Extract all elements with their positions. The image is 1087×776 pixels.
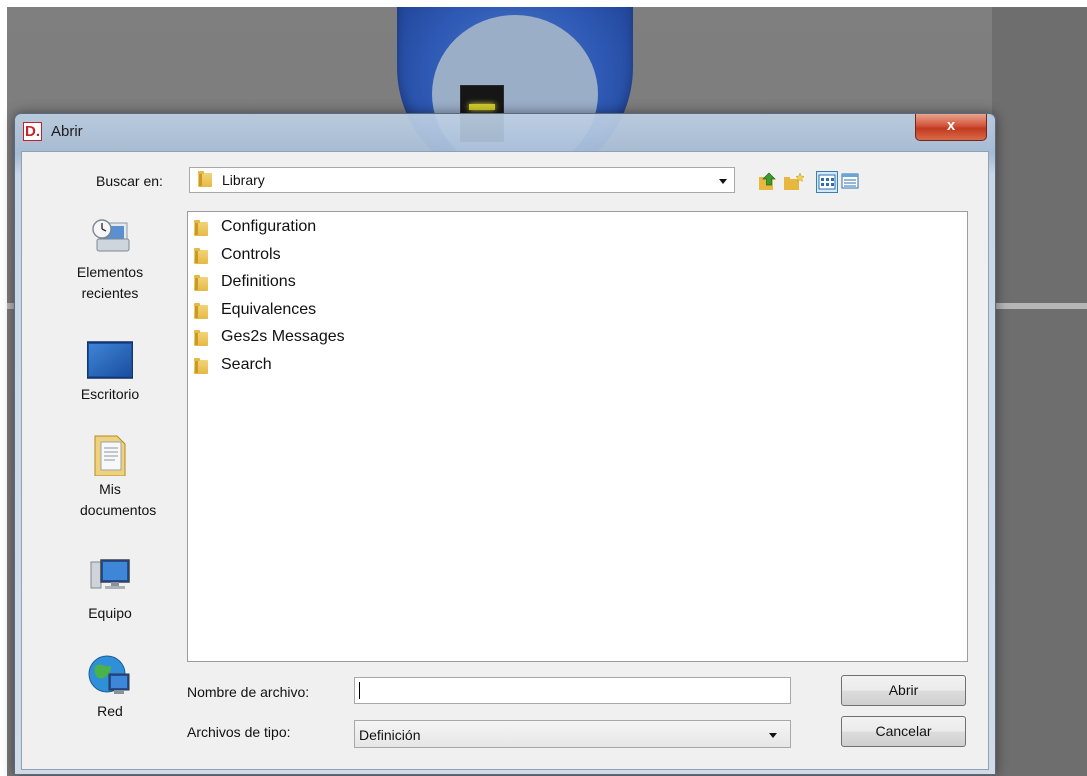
recent-items-icon [87, 215, 133, 259]
folder-icon [194, 358, 208, 374]
folder-icon [194, 248, 208, 264]
file-name: Equivalences [221, 301, 317, 318]
file-name: Configuration [221, 218, 317, 235]
filetype-value: Definición [359, 727, 421, 743]
file-name: Controls [221, 246, 281, 263]
look-in-combo[interactable]: Library [189, 167, 735, 193]
window-title: Abrir [51, 123, 83, 140]
title-bar[interactable]: D. Abrir x [15, 114, 995, 151]
look-in-label: Buscar en: [96, 173, 163, 189]
new-folder-button[interactable] [782, 171, 805, 193]
desktop-right-panel [992, 7, 1087, 776]
details-view-icon [841, 173, 859, 189]
place-label: Mis documentos [80, 481, 157, 518]
list-view-button[interactable] [816, 171, 838, 193]
place-recent-items[interactable]: Elementos recientes [50, 215, 170, 304]
folder-icon [194, 220, 208, 236]
file-name: Search [221, 356, 272, 373]
file-list[interactable]: Configuration Controls Definitions Equiv… [187, 211, 968, 662]
file-name: Definitions [221, 273, 296, 290]
filename-label: Nombre de archivo: [187, 684, 310, 700]
text-caret [359, 682, 360, 699]
place-documents[interactable]: Mis documentos [50, 432, 170, 521]
look-in-value: Library [222, 172, 265, 188]
app-icon: D. [23, 122, 42, 141]
place-computer[interactable]: Equipo [50, 556, 170, 624]
place-label: Escritorio [80, 386, 140, 402]
folder-icon [194, 330, 208, 346]
folder-icon [194, 275, 208, 291]
folder-icon [198, 171, 212, 187]
up-folder-icon [759, 172, 776, 190]
documents-icon [87, 432, 133, 477]
chevron-down-icon[interactable] [769, 733, 777, 738]
up-folder-button[interactable] [756, 171, 778, 193]
desktop-icon [86, 340, 134, 384]
chevron-down-icon[interactable] [719, 179, 727, 184]
filename-field[interactable] [354, 677, 791, 704]
details-view-button[interactable] [840, 171, 862, 193]
list-view-icon [818, 174, 836, 190]
new-folder-icon [784, 172, 805, 190]
place-network[interactable]: Red [50, 654, 170, 722]
close-button[interactable]: x [915, 114, 987, 141]
place-label: Elementos recientes [76, 264, 144, 301]
open-button[interactable]: Abrir [841, 675, 966, 706]
file-name: Ges2s Messages [221, 328, 345, 345]
cancel-button[interactable]: Cancelar [841, 716, 966, 747]
computer-icon [87, 556, 133, 600]
folder-icon [194, 303, 208, 319]
network-icon [87, 654, 133, 698]
place-label: Red [97, 703, 123, 719]
filetype-label: Archivos de tipo: [187, 724, 291, 740]
place-desktop[interactable]: Escritorio [50, 340, 170, 405]
filetype-dropdown[interactable]: Definición [354, 720, 791, 748]
place-label: Equipo [88, 605, 132, 621]
